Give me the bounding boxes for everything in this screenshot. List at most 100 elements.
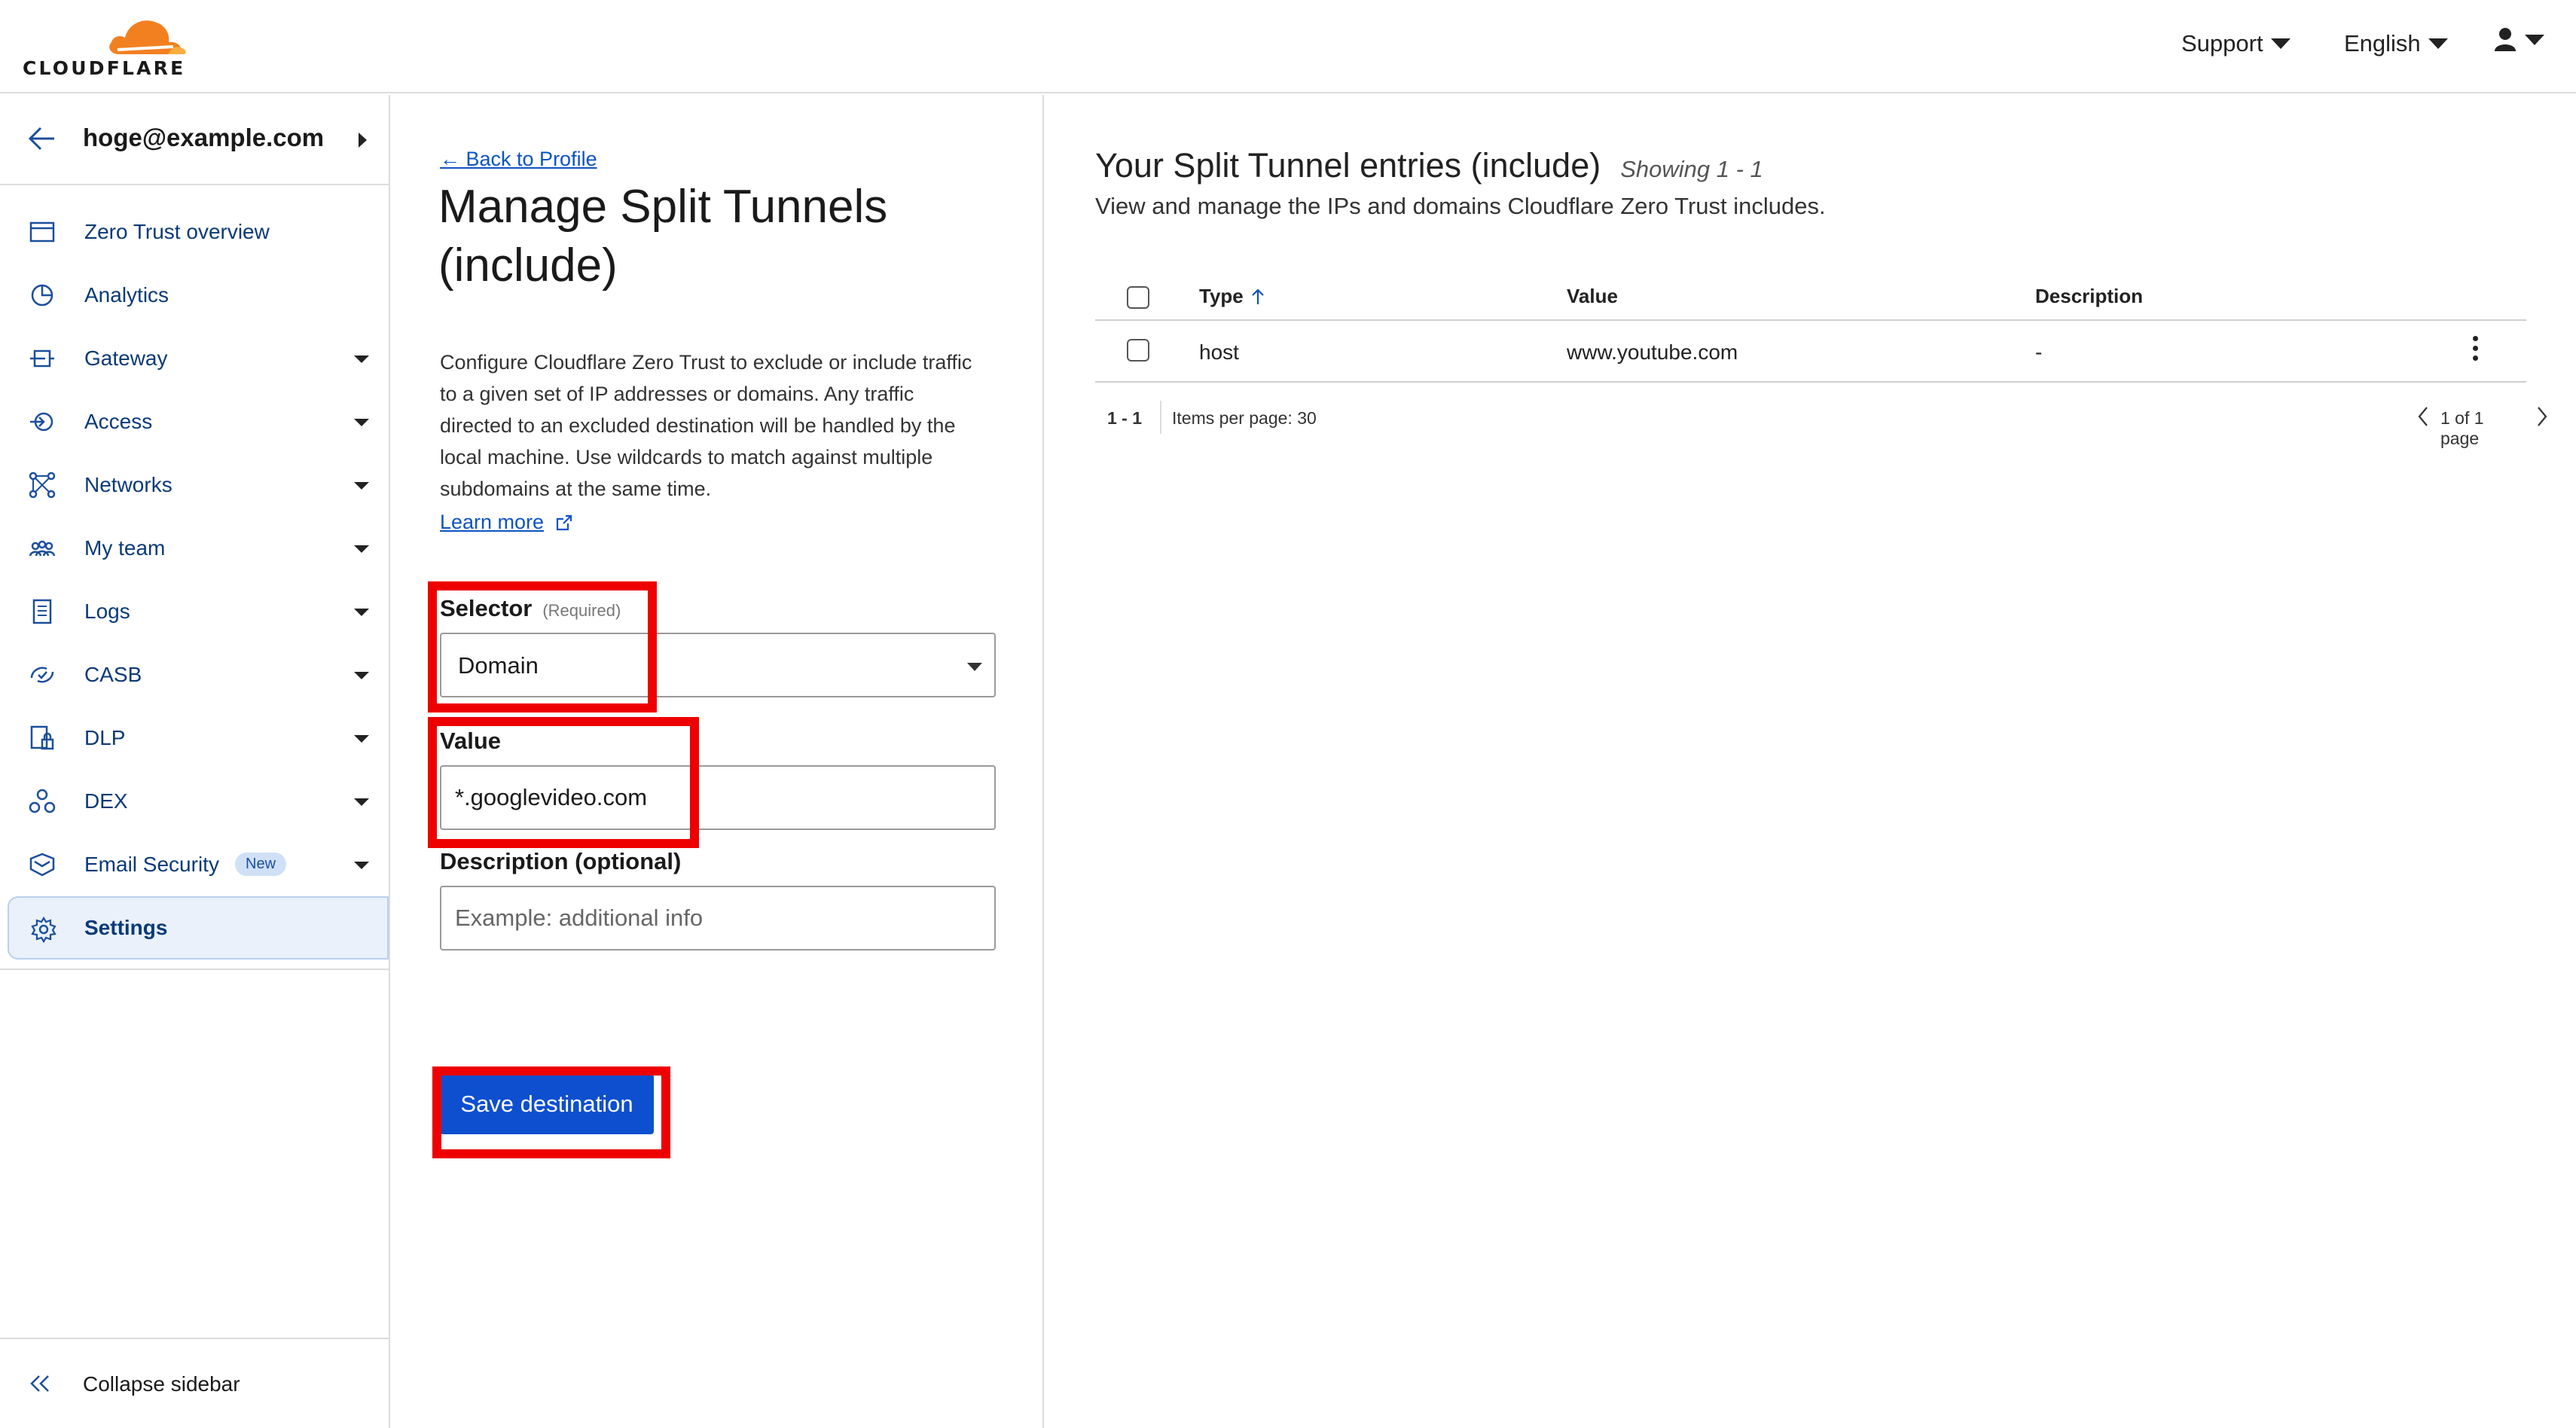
items-per-page[interactable]: Items per page: 30: [1172, 408, 1317, 429]
list-subtitle: View and manage the IPs and domains Clou…: [1095, 193, 1826, 219]
chevron-down-icon: [354, 355, 369, 363]
chevron-left-icon[interactable]: [2416, 405, 2430, 428]
chevron-down-icon: [354, 735, 369, 743]
arrow-left-icon: ←: [440, 148, 466, 170]
sidebar-item-zero-trust-overview[interactable]: Zero Trust overview: [0, 200, 389, 264]
sidebar-item-settings[interactable]: Settings: [8, 896, 389, 960]
row-type: host: [1199, 340, 1239, 364]
column-header-value[interactable]: Value: [1567, 285, 1618, 308]
back-link-label: Back to Profile: [465, 148, 597, 170]
chevron-down-icon: [354, 798, 369, 806]
account-email: hoge@example.com: [83, 124, 325, 151]
chevron-down-icon: [2525, 35, 2544, 45]
sidebar-item-my-team[interactable]: My team: [0, 517, 389, 580]
sidebar-item-email-security[interactable]: Email Security New: [0, 833, 389, 896]
sidebar-item-dlp[interactable]: DLP: [0, 706, 389, 770]
access-icon: [30, 412, 53, 432]
team-icon: [29, 540, 56, 557]
sidebar-item-label: Networks: [84, 473, 172, 496]
sidebar-item-label: DLP: [84, 726, 126, 749]
sidebar-item-access[interactable]: Access: [0, 390, 389, 453]
logo-wordmark: CLOUDFLARE: [23, 57, 186, 79]
save-highlight-box: [432, 1066, 670, 1158]
overview-icon: [29, 221, 55, 243]
dex-icon: [29, 789, 56, 813]
row-value: www.youtube.com: [1567, 340, 1738, 364]
dlp-icon: [30, 725, 54, 750]
chevron-down-icon: [354, 609, 369, 616]
page-title: Manage Split Tunnels (include): [438, 181, 888, 291]
column-header-type[interactable]: Type: [1199, 285, 1266, 308]
language-menu[interactable]: English: [2344, 30, 2448, 57]
user-icon: [2495, 28, 2516, 51]
column-header-description[interactable]: Description: [2035, 285, 2143, 308]
select-all-checkbox[interactable]: [1127, 286, 1149, 309]
gear-icon: [31, 916, 56, 943]
row-checkbox[interactable]: [1127, 339, 1149, 362]
chevron-down-icon: [354, 672, 369, 679]
chevron-down-icon: [354, 419, 369, 426]
entries-table: Type Value Description host www.youtube.…: [1095, 273, 2526, 383]
showing-count: Showing 1 - 1: [1620, 156, 1763, 182]
email-security-icon: [29, 853, 55, 877]
chevron-right-icon[interactable]: [2535, 405, 2549, 428]
column-type-label: Type: [1199, 285, 1244, 307]
list-title-text: Your Split Tunnel entries (include): [1095, 146, 1601, 185]
page-description: Configure Cloudflare Zero Trust to exclu…: [440, 351, 972, 500]
sidebar-item-label: Logs: [84, 600, 130, 623]
pagination-divider: [1160, 401, 1161, 434]
user-menu[interactable]: [2493, 27, 2544, 53]
gateway-icon: [30, 349, 54, 368]
sidebar-item-label: Zero Trust overview: [84, 220, 270, 243]
sort-ascending-icon: [1251, 288, 1264, 304]
table-header: Type Value Description: [1095, 273, 2526, 321]
page-info: 1 of 1 page: [2440, 408, 2484, 448]
collapse-sidebar-button[interactable]: Collapse sidebar: [0, 1338, 389, 1428]
account-switcher[interactable]: hoge@example.com: [0, 95, 389, 185]
arrow-left-icon[interactable]: [27, 125, 56, 152]
sidebar-item-casb[interactable]: CASB: [0, 643, 389, 706]
pagination: 1 - 1 Items per page: 30 1 of 1 page: [1095, 398, 2547, 448]
sidebar-item-dex[interactable]: DEX: [0, 770, 389, 833]
new-badge: New: [235, 853, 287, 876]
sidebar-item-label: Analytics: [84, 283, 169, 307]
logs-icon: [32, 599, 52, 624]
cloudflare-cloud-icon: [109, 20, 186, 55]
row-actions-kebab-icon[interactable]: [2469, 336, 2481, 366]
description-label: Description (optional): [440, 848, 682, 874]
sidebar-item-label: DEX: [84, 789, 128, 813]
learn-more-link[interactable]: Learn more: [440, 511, 574, 534]
networks-icon: [29, 471, 56, 499]
sidebar-item-label: Access: [84, 410, 153, 433]
sidebar-item-label: CASB: [84, 663, 142, 686]
cloudflare-logo[interactable]: CLOUDFLARE: [23, 12, 188, 84]
sidebar-item-label: My team: [84, 536, 166, 560]
support-menu[interactable]: Support: [2181, 30, 2291, 57]
sidebar-nav: Zero Trust overview Analytics Gateway Ac…: [0, 200, 389, 960]
chevron-down-icon: [2270, 38, 2291, 49]
sidebar-item-analytics[interactable]: Analytics: [0, 264, 389, 327]
split-tunnel-form-panel: ← Back to Profile Manage Split Tunnels (…: [392, 95, 1044, 1428]
sidebar-item-networks[interactable]: Networks: [0, 453, 389, 517]
learn-more-label: Learn more: [440, 511, 545, 533]
sidebar-item-label: Settings: [84, 916, 168, 939]
sidebar-item-label: Email Security: [84, 853, 219, 876]
analytics-icon: [31, 284, 53, 307]
chevron-down-icon: [967, 663, 982, 671]
selector-highlight-box: [428, 581, 657, 712]
row-description: -: [2035, 340, 2043, 364]
description-input[interactable]: [440, 886, 996, 950]
chevron-right-icon: [359, 133, 367, 148]
list-title: Your Split Tunnel entries (include) Show…: [1095, 146, 1763, 185]
back-to-profile-link[interactable]: ← Back to Profile: [440, 148, 597, 171]
split-tunnel-list-panel: Your Split Tunnel entries (include) Show…: [1045, 95, 2576, 1428]
chevron-down-icon: [354, 545, 369, 553]
sidebar-divider: [0, 969, 389, 970]
pagination-range: 1 - 1: [1107, 408, 1143, 428]
value-highlight-box: [428, 717, 699, 848]
language-label: English: [2344, 30, 2421, 56]
table-row: host www.youtube.com -: [1095, 321, 2526, 383]
sidebar-item-gateway[interactable]: Gateway: [0, 327, 389, 390]
support-label: Support: [2181, 30, 2263, 56]
sidebar-item-logs[interactable]: Logs: [0, 580, 389, 643]
